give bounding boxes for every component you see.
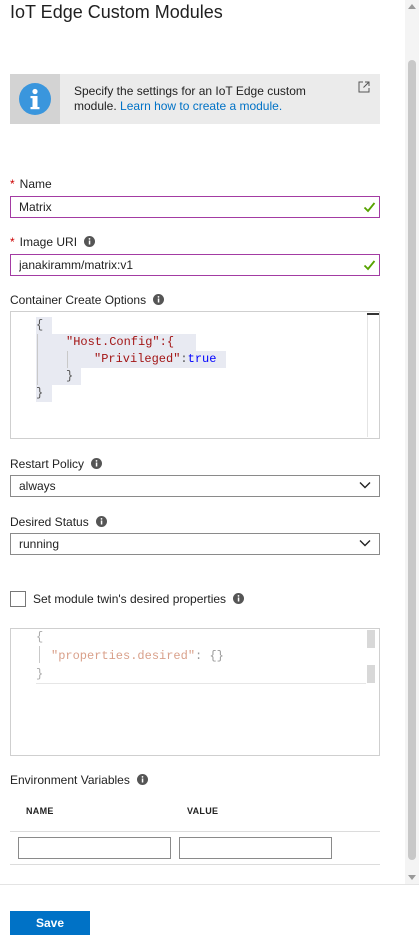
restart-policy-label: Restart Policy — [10, 457, 103, 471]
twin-properties-editor[interactable]: { "properties.desired": {} } — [10, 628, 380, 756]
env-variables-label: Environment Variables — [10, 773, 149, 787]
info-tooltip-icon[interactable] — [233, 593, 245, 604]
chevron-down-icon — [359, 540, 371, 547]
column-header-name: NAME — [26, 806, 54, 816]
save-button[interactable]: Save — [10, 911, 90, 935]
twin-properties-checkbox[interactable] — [10, 591, 26, 607]
code-line: } — [36, 386, 44, 400]
restart-policy-label-text: Restart Policy — [10, 457, 85, 471]
image-uri-input[interactable] — [19, 255, 349, 275]
editor-scroll-gutter[interactable] — [367, 315, 368, 437]
code-line: "Privileged":true — [94, 352, 217, 366]
env-variables-label-text: Environment Variables — [10, 773, 130, 787]
code-line: "Host.Config":{ — [66, 335, 175, 349]
info-tooltip-icon[interactable] — [84, 236, 96, 247]
env-value-input[interactable] — [179, 837, 332, 859]
info-text: Specify the settings for an IoT Edge cus… — [74, 84, 344, 114]
desired-status-value: running — [19, 537, 60, 551]
container-options-label: Container Create Options — [10, 293, 165, 307]
indent-guide — [67, 351, 68, 368]
image-uri-label: * Image URI — [10, 235, 96, 249]
info-tooltip-icon[interactable] — [137, 774, 149, 785]
container-options-label-text: Container Create Options — [10, 293, 147, 307]
editor-scrollbar-thumb[interactable] — [367, 630, 375, 648]
twin-properties-label-text: Set module twin's desired properties — [33, 592, 227, 606]
column-header-value: VALUE — [187, 806, 219, 816]
info-tooltip-icon[interactable] — [96, 516, 108, 527]
env-name-input[interactable] — [18, 837, 171, 859]
image-uri-label-text: Image URI — [19, 235, 78, 249]
info-tooltip-icon[interactable] — [91, 458, 103, 469]
twin-properties-label: Set module twin's desired properties — [33, 592, 245, 606]
info-banner: Specify the settings for an IoT Edge cus… — [10, 74, 380, 124]
info-tooltip-icon[interactable] — [153, 294, 165, 305]
indent-guide — [39, 646, 40, 663]
indent-guide — [37, 334, 38, 385]
code-line: } — [36, 667, 44, 681]
code-line: { — [36, 630, 44, 644]
restart-policy-value: always — [19, 479, 56, 493]
table-divider — [10, 831, 380, 832]
page-title: IoT Edge Custom Modules — [10, 2, 223, 22]
desired-status-label-text: Desired Status — [10, 515, 89, 529]
editor-overview-ruler — [367, 313, 379, 315]
name-field[interactable] — [10, 196, 380, 218]
desired-status-select[interactable]: running — [10, 533, 380, 555]
code-line: } — [66, 369, 74, 383]
name-label-text: Name — [19, 177, 52, 191]
footer-divider — [0, 884, 419, 885]
page-scrollbar[interactable] — [405, 0, 419, 884]
info-icon-container — [10, 74, 60, 124]
valid-check-icon — [363, 202, 376, 213]
desired-status-label: Desired Status — [10, 515, 108, 529]
container-options-editor[interactable]: { "Host.Config":{ "Privileged":true } } — [10, 311, 380, 439]
selection-highlight — [36, 368, 81, 385]
scroll-up-arrow[interactable] — [408, 4, 416, 9]
scroll-thumb[interactable] — [408, 60, 416, 860]
required-marker: * — [10, 177, 15, 191]
external-link-icon[interactable] — [358, 81, 370, 93]
chevron-down-icon — [359, 482, 371, 489]
editor-scrollbar-thumb[interactable] — [367, 665, 375, 683]
name-label: * Name — [10, 177, 52, 191]
code-line: { — [36, 318, 44, 332]
image-uri-field[interactable] — [10, 254, 380, 276]
info-icon — [19, 83, 51, 115]
required-marker: * — [10, 235, 15, 249]
valid-check-icon — [363, 260, 376, 271]
restart-policy-select[interactable]: always — [10, 475, 380, 497]
table-divider — [10, 864, 380, 865]
editor-line-divider — [36, 683, 366, 684]
scroll-down-arrow[interactable] — [408, 875, 416, 880]
learn-more-link[interactable]: Learn how to create a module. — [120, 99, 282, 113]
name-input[interactable] — [19, 197, 349, 217]
code-line: "properties.desired": {} — [51, 649, 224, 663]
